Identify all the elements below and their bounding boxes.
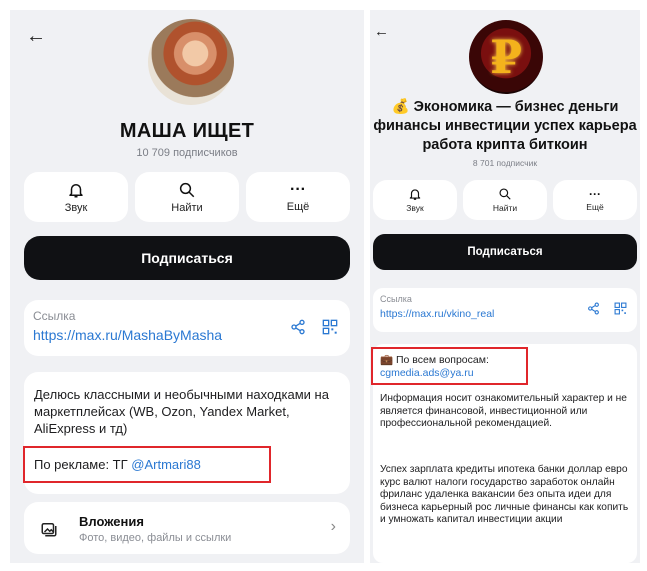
attachments-row[interactable]: Вложения Фото, видео, файлы и ссылки › — [24, 502, 350, 554]
more-icon: ··· — [290, 180, 306, 198]
back-arrow-icon[interactable]: ← — [374, 24, 389, 39]
search-icon — [499, 188, 511, 200]
channel-link[interactable]: https://max.ru/vkino_real — [380, 308, 494, 320]
share-icon[interactable] — [587, 302, 600, 315]
more-button[interactable]: ··· Ещё — [553, 180, 637, 220]
search-label: Найти — [492, 203, 518, 213]
highlight-box — [371, 347, 528, 385]
search-label: Найти — [171, 201, 203, 214]
more-label: Ещё — [586, 202, 604, 212]
disclaimer-text: Информация носит ознакомительный характе… — [380, 393, 627, 430]
qr-code-icon[interactable] — [614, 302, 627, 315]
keywords-text: Успех зарплата кредиты ипотека банки дол… — [380, 464, 629, 526]
sound-label: Звук — [406, 203, 424, 213]
subscribe-button[interactable]: Подписаться — [24, 236, 350, 280]
qr-code-icon[interactable] — [322, 319, 338, 335]
share-icon[interactable] — [290, 319, 306, 335]
attachments-subtitle: Фото, видео, файлы и ссылки — [79, 532, 232, 544]
more-icon: ··· — [589, 187, 601, 201]
link-caption: Ссылка — [33, 309, 76, 323]
description-card: Делюсь классными и необычными находками … — [23, 372, 350, 494]
more-button[interactable]: ··· Ещё — [246, 172, 350, 222]
sound-button[interactable]: Звук — [373, 180, 457, 220]
search-icon — [179, 182, 195, 197]
description-card: 💼 По всем вопросам: cgmedia.ads@ya.ru Ин… — [371, 344, 637, 563]
sound-label: Звук — [64, 201, 88, 214]
channel-description: Делюсь классными и необычными находками … — [34, 387, 329, 436]
channel-avatar[interactable]: ₽ — [469, 20, 543, 94]
subscriber-count: 8 701 подписчик — [472, 158, 538, 168]
screenshot-root: ← МАША ИЩЕТ 10 709 подписчиков Звук Найт… — [0, 0, 647, 571]
more-label: Ещё — [286, 200, 310, 213]
back-arrow-icon[interactable]: ← — [26, 26, 46, 46]
bell-icon — [69, 183, 83, 197]
search-button[interactable]: Найти — [463, 180, 547, 220]
channel-profile-left: ← МАША ИЩЕТ 10 709 подписчиков Звук Найт… — [10, 10, 364, 563]
highlight-box — [23, 446, 271, 483]
channel-profile-right: ← ₽ 💰 Экономика — бизнес деньги финансы … — [370, 10, 640, 563]
attachments-title: Вложения — [79, 514, 144, 529]
link-card: Ссылка https://max.ru/vkino_real — [373, 288, 637, 332]
channel-title: 💰 Экономика — бизнес деньги финансы инве… — [373, 99, 637, 153]
channel-link[interactable]: https://max.ru/MashaByMasha — [33, 327, 222, 343]
chevron-right-icon: › — [330, 518, 336, 535]
ruble-logo-icon: ₽ — [489, 30, 522, 84]
link-card: Ссылка https://max.ru/MashaByMasha — [24, 300, 350, 356]
link-caption: Ссылка — [380, 294, 412, 304]
subscriber-count: 10 709 подписчиков — [136, 147, 238, 159]
subscribe-button[interactable]: Подписаться — [373, 234, 637, 270]
channel-title: МАША ИЩЕТ — [119, 120, 255, 142]
bell-icon — [409, 189, 421, 200]
search-button[interactable]: Найти — [135, 172, 239, 222]
gallery-icon — [41, 523, 57, 537]
sound-button[interactable]: Звук — [24, 172, 128, 222]
channel-avatar[interactable] — [148, 19, 234, 105]
